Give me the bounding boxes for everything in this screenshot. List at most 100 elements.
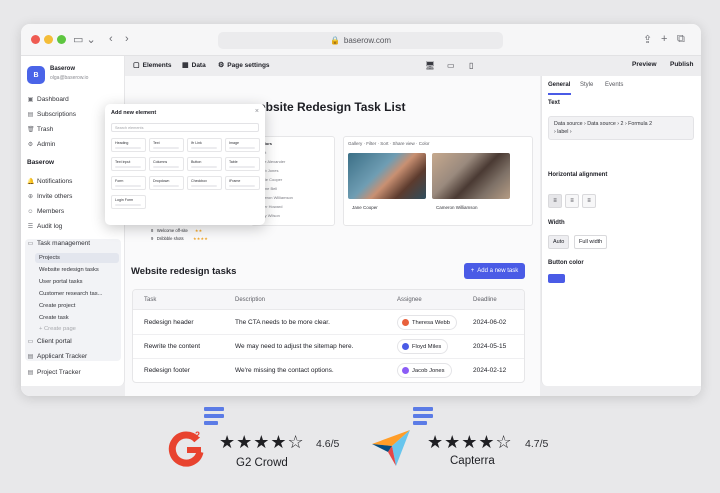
element-card[interactable]: Heading xyxy=(111,138,146,152)
assignee-chip: Theresa Webb xyxy=(397,315,457,330)
tabs-icon[interactable]: ⧉ xyxy=(677,33,685,46)
share-icon[interactable]: ⇪ xyxy=(643,33,652,46)
close-icon[interactable]: × xyxy=(255,108,259,115)
database-icon: ▤ xyxy=(27,370,34,376)
table-row[interactable]: Redesign header The CTA needs to be more… xyxy=(133,311,524,335)
sidebar-item-audit-log[interactable]: ☰ Audit log xyxy=(27,223,63,230)
baserow-stack-icon xyxy=(412,406,434,428)
capterra-source: Capterra xyxy=(450,455,495,467)
sidebar-item-subscriptions[interactable]: ▤ Subscriptions xyxy=(27,111,76,118)
element-search-input[interactable]: Search elements xyxy=(111,123,259,132)
table-row[interactable]: Redesign footer We're missing the contac… xyxy=(133,359,524,382)
sidebar-item-dashboard[interactable]: ▣ Dashboard xyxy=(27,96,69,103)
sidebar-toggle-icon[interactable]: ▭ ⌄ xyxy=(73,33,96,46)
address-bar[interactable]: 🔒 baserow.com xyxy=(218,32,503,49)
workspace-avatar[interactable]: B xyxy=(27,66,45,84)
workspace-name[interactable]: Baserow xyxy=(50,66,75,72)
desktop-icon[interactable]: 🖥 xyxy=(425,61,435,70)
column-header-task: Task xyxy=(144,297,157,303)
gallery-card-name: Jane Cooper xyxy=(352,205,378,210)
button-color-swatch[interactable] xyxy=(548,274,565,283)
plus-icon[interactable]: + xyxy=(661,33,667,45)
page-heading[interactable]: ebsite Redesign Task List xyxy=(259,100,406,114)
element-card[interactable]: Image xyxy=(225,138,260,152)
deadline-cell: 2024-06-02 xyxy=(473,319,507,326)
page-create-project[interactable]: Create project xyxy=(39,303,75,309)
description-cell: We're missing the contact options. xyxy=(235,367,334,374)
sidebar-item-invite[interactable]: ⊕ Invite others xyxy=(27,193,72,200)
lock-icon: 🔒 xyxy=(329,36,340,45)
sidebar-item-members[interactable]: ☺ Members xyxy=(27,208,64,215)
sidebar-item-notifications[interactable]: 🔔 Notifications xyxy=(27,178,72,185)
tab-events[interactable]: Events xyxy=(605,82,623,88)
publish-button[interactable]: Publish xyxy=(670,61,693,68)
sidebar-app-client-portal[interactable]: ▭ Client portal xyxy=(27,338,72,345)
text-formula-input[interactable]: Data source › Data source › 2 › Formula … xyxy=(548,116,694,140)
capterra-logo xyxy=(370,426,412,468)
add-task-button[interactable]: + Add a new task xyxy=(464,263,525,279)
element-card[interactable]: Form xyxy=(111,176,146,190)
tab-general[interactable]: General xyxy=(548,82,570,88)
close-window-button[interactable] xyxy=(31,35,40,44)
tab-style[interactable]: Style xyxy=(580,82,593,88)
element-card[interactable]: Checkbox xyxy=(187,176,222,190)
element-card[interactable]: Columns xyxy=(149,157,184,171)
button-color-label: Button color xyxy=(548,260,584,266)
subscriptions-icon: ▤ xyxy=(27,112,34,118)
page-create-task[interactable]: Create task xyxy=(39,315,69,321)
tasks-heading[interactable]: Website redesign tasks xyxy=(131,266,236,277)
page-settings-button[interactable]: ⚙ Page settings xyxy=(218,61,270,70)
sidebar-item-trash[interactable]: 🗑 Trash xyxy=(27,126,53,133)
assignee-chip: Floyd Miles xyxy=(397,339,449,354)
sidebar-app-applicant-tracker[interactable]: ▤ Applicant Tracker xyxy=(27,353,88,360)
task-cell: Redesign footer xyxy=(144,367,190,374)
list-item: 8 Welcome off-site ★★ xyxy=(151,228,203,233)
deadline-cell: 2024-05-15 xyxy=(473,343,507,350)
data-button[interactable]: ▦ Data xyxy=(182,61,206,70)
browser-chrome: ▭ ⌄ ‹ › 🔒 baserow.com ⇪ + ⧉ xyxy=(21,24,701,56)
elements-button[interactable]: ▢ Elements xyxy=(133,61,172,70)
sidebar-app-task-management[interactable]: ▭ Task management xyxy=(27,240,90,247)
page-projects[interactable]: Projects xyxy=(35,253,119,263)
back-icon[interactable]: ‹ xyxy=(109,33,113,45)
element-card[interactable]: Ifr Link xyxy=(187,138,222,152)
element-card[interactable]: Login Form xyxy=(111,195,146,209)
g2-logo: 2 xyxy=(167,428,207,468)
sidebar-app-project-tracker[interactable]: ▤ Project Tracker xyxy=(27,369,81,376)
formula-line: › label › xyxy=(554,129,572,135)
element-card[interactable]: Button xyxy=(187,157,222,171)
gallery-photo xyxy=(432,153,510,199)
minimize-window-button[interactable] xyxy=(44,35,53,44)
page-user-portal-tasks[interactable]: User portal tasks xyxy=(39,279,83,285)
deadline-cell: 2024-02-12 xyxy=(473,367,507,374)
align-right-button[interactable]: ≡ xyxy=(582,194,596,208)
align-left-button[interactable]: ≡ xyxy=(548,194,562,208)
preview-button[interactable]: Preview xyxy=(632,61,657,68)
forward-icon[interactable]: › xyxy=(125,33,129,45)
element-card[interactable]: IFrame xyxy=(225,176,260,190)
page-website-redesign-tasks[interactable]: Website redesign tasks xyxy=(39,267,99,273)
align-right-icon: ≡ xyxy=(587,198,591,204)
mobile-icon[interactable]: ▯ xyxy=(469,61,473,70)
g2-source: G2 Crowd xyxy=(236,457,288,469)
avatar xyxy=(402,319,409,326)
element-card[interactable]: Dropdown xyxy=(149,176,184,190)
element-card[interactable]: Table xyxy=(225,157,260,171)
element-card[interactable]: Text input xyxy=(111,157,146,171)
element-card[interactable]: Text xyxy=(149,138,184,152)
sidebar-item-admin[interactable]: ⚙ Admin xyxy=(27,141,56,148)
width-auto-button[interactable]: Auto xyxy=(548,235,570,249)
baserow-app: B Baserow olga@baserow.io ▣ Dashboard ▤ Su… xyxy=(21,56,701,396)
maximize-window-button[interactable] xyxy=(57,35,66,44)
gallery-card-name: Cameron Williamson xyxy=(436,205,478,210)
align-center-button[interactable]: ≡ xyxy=(565,194,579,208)
width-full-button[interactable]: Full width xyxy=(574,235,608,249)
list-item: 9 Dribbble shots ★★★★ xyxy=(151,236,208,241)
baserow-stack-icon xyxy=(203,406,225,428)
page-customer-research[interactable]: Customer research tas... xyxy=(39,291,102,297)
create-page-link[interactable]: + Create page xyxy=(39,326,76,332)
sidebar-section-title: Baserow xyxy=(27,159,55,166)
table-row[interactable]: Rewrite the content We may need to adjus… xyxy=(133,335,524,359)
svg-text:2: 2 xyxy=(195,430,200,440)
tablet-icon[interactable]: ▭ xyxy=(447,61,455,70)
